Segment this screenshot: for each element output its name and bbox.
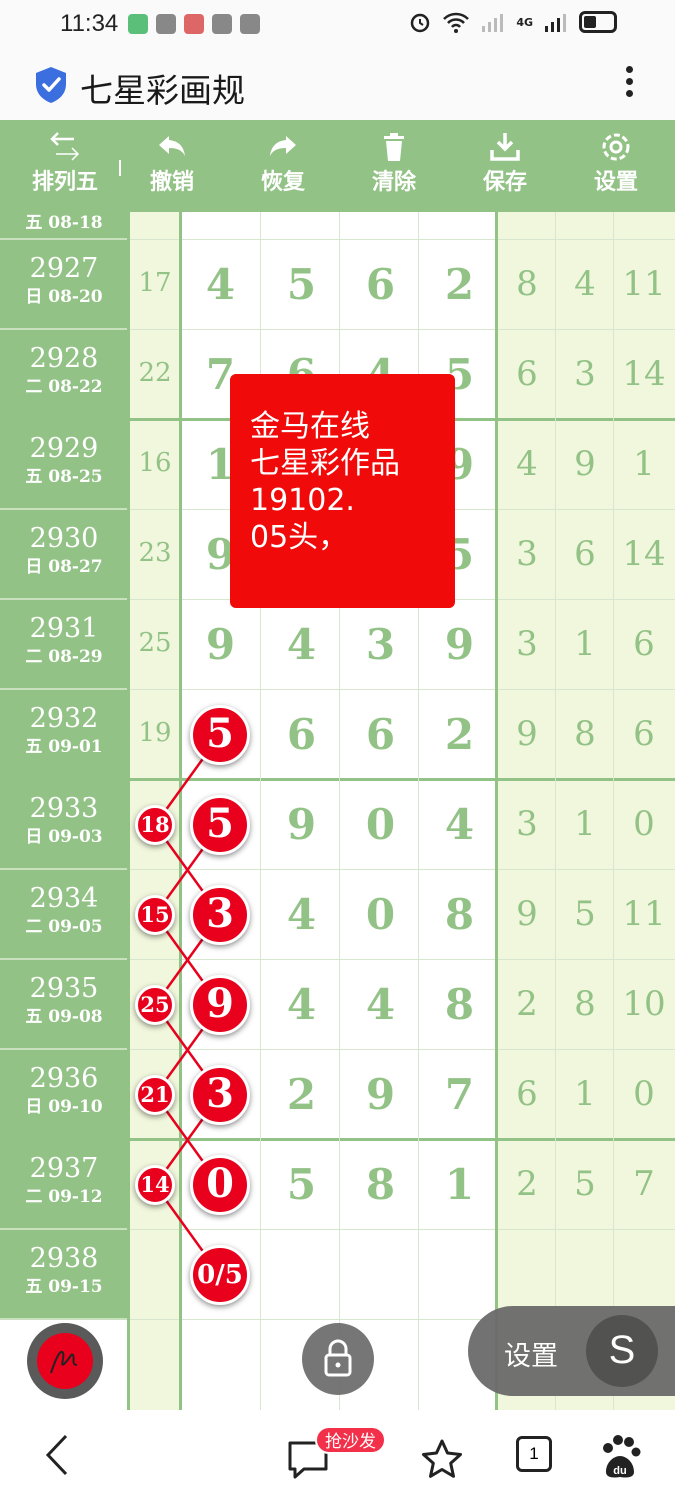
undo-icon bbox=[122, 120, 222, 164]
marked-sum-ball[interactable]: 18 bbox=[135, 805, 175, 845]
toolbar-label: 清除 bbox=[371, 170, 416, 195]
translate-notification-icon bbox=[212, 14, 232, 34]
battery-icon bbox=[579, 11, 617, 33]
marked-sum-ball[interactable]: 21 bbox=[135, 1075, 175, 1115]
marked-digit-ball[interactable]: 3 bbox=[190, 885, 250, 945]
trash-icon bbox=[344, 120, 444, 164]
marked-digit-ball[interactable]: 5 bbox=[190, 795, 250, 855]
settings-notification-icon bbox=[156, 14, 176, 34]
page-title: 七星彩画规 bbox=[80, 71, 245, 110]
toolbar-label: 撤销 bbox=[149, 170, 194, 195]
signal-4g-icon bbox=[545, 14, 566, 32]
s-logo-icon: S bbox=[586, 1315, 658, 1387]
back-arrow-icon[interactable] bbox=[40, 1430, 74, 1480]
floating-settings-button[interactable]: 设置 S bbox=[468, 1306, 675, 1396]
toolbar-button-switch[interactable]: 排列五 bbox=[15, 120, 121, 212]
more-options-button[interactable] bbox=[622, 66, 636, 106]
message-notification-icon bbox=[240, 14, 260, 34]
system-icons: 4G bbox=[408, 10, 617, 34]
note-line: 七星彩作品 bbox=[250, 446, 400, 481]
lock-icon bbox=[324, 1339, 352, 1377]
marked-sum-ball[interactable]: 15 bbox=[135, 895, 175, 935]
wifi-icon bbox=[443, 12, 470, 33]
note-line: 19102. bbox=[250, 483, 355, 518]
app-bar: 七星彩画规 bbox=[0, 50, 675, 120]
toolbar-button-redo[interactable]: 恢复 bbox=[233, 120, 333, 212]
pen-icon bbox=[37, 1333, 93, 1389]
svg-text:du: du bbox=[613, 1465, 626, 1477]
paint-notification-icon bbox=[184, 14, 204, 34]
toolbar-label: 排列五 bbox=[31, 170, 98, 195]
toolbar-label: 保存 bbox=[482, 170, 527, 195]
status-bar: 11:34 4G bbox=[0, 0, 675, 50]
app-notification-icon bbox=[128, 14, 148, 34]
network-type: 4G bbox=[516, 15, 533, 29]
note-line: 金马在线 bbox=[250, 409, 370, 444]
signal-icon bbox=[482, 14, 504, 32]
status-time: 11:34 bbox=[60, 10, 119, 37]
shield-icon bbox=[36, 67, 66, 103]
toolbar: 排列五 撤销 恢复 清除 保存 设置 bbox=[0, 120, 675, 212]
redo-icon bbox=[233, 120, 333, 164]
toolbar-button-undo[interactable]: 撤销 bbox=[122, 120, 222, 212]
marked-digit-ball[interactable]: 3 bbox=[190, 1065, 250, 1125]
toolbar-label: 恢复 bbox=[260, 170, 305, 195]
baidu-paw-icon[interactable]: du bbox=[598, 1432, 642, 1482]
download-icon bbox=[455, 120, 555, 164]
swap-arrows-icon bbox=[15, 120, 115, 164]
notification-icons bbox=[128, 14, 260, 34]
lock-button[interactable] bbox=[302, 1323, 374, 1395]
note-line: 05头， bbox=[250, 520, 349, 555]
alarm-icon bbox=[411, 13, 430, 33]
marked-digit-ball[interactable]: 9 bbox=[190, 975, 250, 1035]
comment-badge: 抢沙发 bbox=[315, 1426, 386, 1454]
gear-icon bbox=[566, 120, 666, 164]
bottom-nav-bar: 抢沙发 1 du bbox=[0, 1410, 675, 1500]
tab-count-button[interactable]: 1 bbox=[516, 1436, 552, 1472]
marked-digit-ball[interactable]: 5 bbox=[190, 705, 250, 765]
marked-digit-ball[interactable]: 0 bbox=[190, 1155, 250, 1215]
star-icon[interactable] bbox=[420, 1434, 464, 1484]
marked-sum-ball[interactable]: 14 bbox=[135, 1165, 175, 1205]
note-popup[interactable]: 金马在线 七星彩作品 19102. 05头， bbox=[230, 374, 455, 608]
toolbar-button-clear[interactable]: 清除 bbox=[344, 120, 444, 212]
floating-settings-label: 设置 bbox=[504, 1341, 558, 1372]
marked-digit-ball[interactable]: 0/5 bbox=[190, 1245, 250, 1305]
pen-button[interactable] bbox=[27, 1323, 103, 1399]
toolbar-label: 设置 bbox=[593, 170, 638, 195]
toolbar-button-settings[interactable]: 设置 bbox=[566, 120, 666, 212]
toolbar-button-save[interactable]: 保存 bbox=[455, 120, 555, 212]
marked-sum-ball[interactable]: 25 bbox=[135, 985, 175, 1025]
